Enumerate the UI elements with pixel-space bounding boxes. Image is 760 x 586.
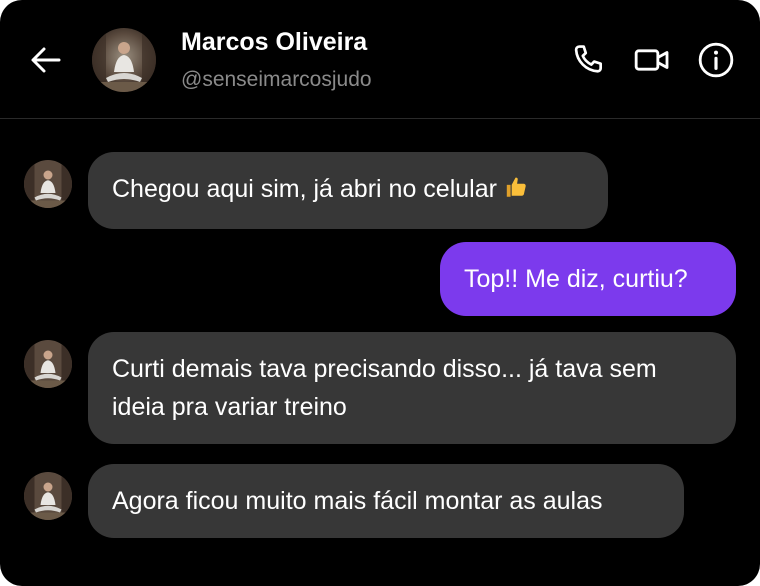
message-bubble-incoming[interactable]: Curti demais tava precisando disso... já… xyxy=(88,332,736,444)
call-button[interactable] xyxy=(568,40,608,80)
contact-handle: @senseimarcosjudo xyxy=(181,68,372,91)
message-text: Curti demais tava precisando disso... já… xyxy=(112,355,657,421)
avatar xyxy=(24,160,72,208)
chat-window: Marcos Oliveira @senseimarcosjudo Chegou… xyxy=(0,0,760,586)
video-call-button[interactable] xyxy=(632,40,672,80)
message-bubble-incoming[interactable]: Agora ficou muito mais fácil montar as a… xyxy=(88,464,684,538)
arrow-left-icon xyxy=(31,47,61,73)
message-text: Top!! Me diz, curtiu? xyxy=(464,265,688,293)
message-text: Agora ficou muito mais fácil montar as a… xyxy=(112,487,603,515)
message-text: Chegou aqui sim, já abri no celular xyxy=(112,175,497,203)
chat-header: Marcos Oliveira @senseimarcosjudo xyxy=(0,0,760,119)
avatar xyxy=(24,340,72,388)
info-icon xyxy=(698,42,734,78)
avatar xyxy=(24,472,72,520)
message-bubble-incoming[interactable]: Chegou aqui sim, já abri no celular xyxy=(88,152,608,229)
video-camera-icon xyxy=(634,49,669,71)
thumbs-up-icon xyxy=(503,173,529,211)
avatar[interactable] xyxy=(92,28,156,92)
message-bubble-outgoing[interactable]: Top!! Me diz, curtiu? xyxy=(440,242,736,316)
contact-name: Marcos Oliveira xyxy=(181,28,368,56)
info-button[interactable] xyxy=(696,40,736,80)
phone-icon xyxy=(574,45,603,73)
back-button[interactable] xyxy=(26,40,66,80)
